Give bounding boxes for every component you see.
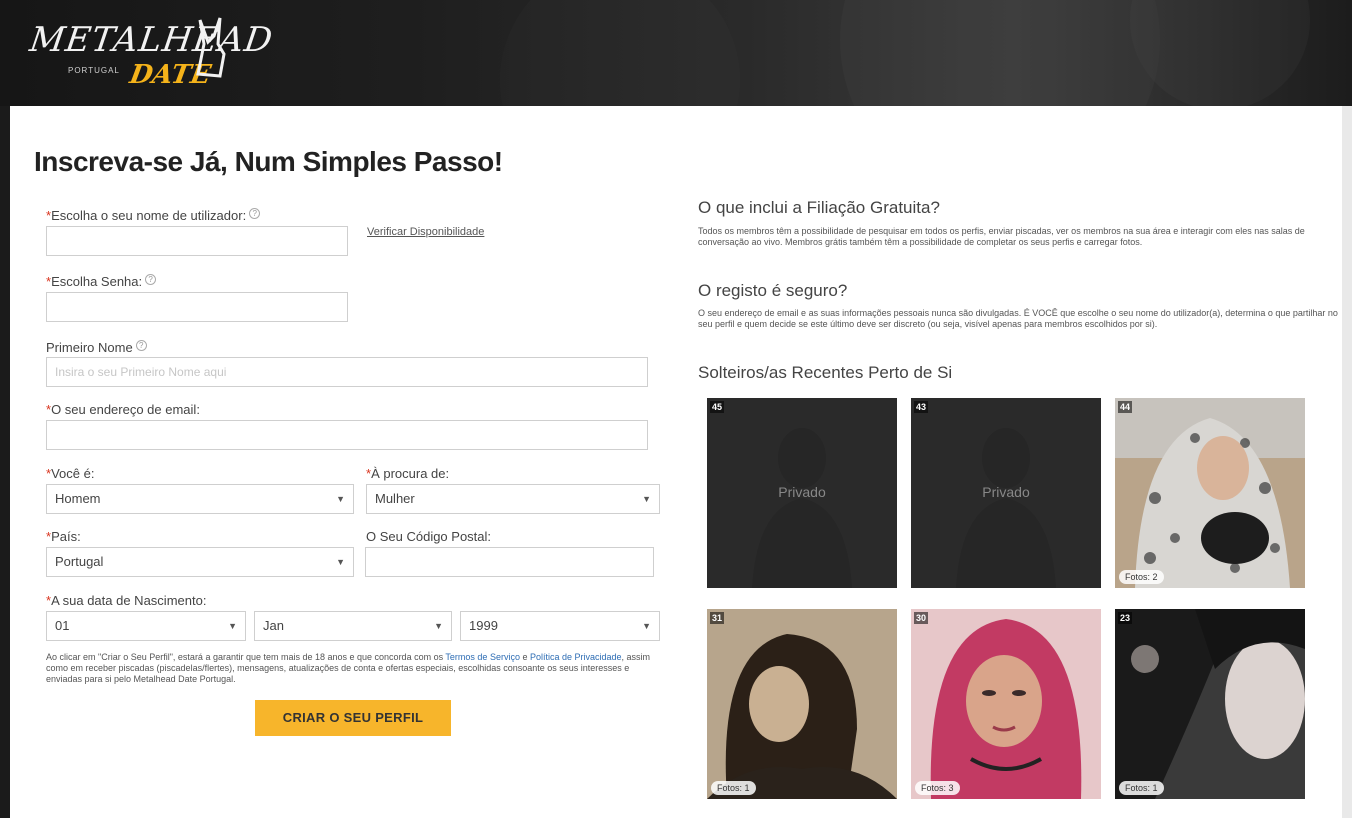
help-icon[interactable]: ? xyxy=(249,208,261,219)
photo-count-badge: Fotos: 1 xyxy=(1119,781,1164,795)
first-name-input[interactable] xyxy=(46,357,648,387)
page-title: Inscreva-se Já, Num Simples Passo! xyxy=(34,146,503,177)
dropdown-arrow-icon: ▼ xyxy=(434,621,443,631)
birth-month-select[interactable]: Jan ▼ xyxy=(254,611,452,641)
gender-label: *Você é: xyxy=(46,466,95,481)
photo-count-badge: Fotos: 1 xyxy=(711,781,756,795)
profile-card[interactable]: 23 Fotos: 1 xyxy=(1115,609,1305,799)
membership-text: Todos os membros têm a possibilidade de … xyxy=(698,226,1305,247)
photo-count-badge: Fotos: 2 xyxy=(1119,570,1164,584)
looking-for-select-value: Mulher xyxy=(375,491,415,506)
terms-text: e xyxy=(519,652,530,662)
username-input[interactable] xyxy=(46,226,348,256)
username-label: *Escolha o seu nome de utilizador:? xyxy=(46,208,261,223)
profile-card[interactable]: 45 Privado xyxy=(707,398,897,588)
gender-select[interactable]: Homem ▼ xyxy=(46,484,354,514)
birth-day-select[interactable]: 01 ▼ xyxy=(46,611,246,641)
country-select-value: Portugal xyxy=(55,554,104,569)
private-label: Privado xyxy=(982,484,1030,500)
privacy-policy-link[interactable]: Política de Privacidade xyxy=(530,652,622,662)
profile-photo xyxy=(1115,398,1305,588)
profile-age: 45 xyxy=(710,401,725,413)
country-select[interactable]: Portugal ▼ xyxy=(46,547,354,577)
secure-heading: O registo é seguro? xyxy=(698,281,848,300)
email-label: *O seu endereço de email: xyxy=(46,402,200,417)
dropdown-arrow-icon: ▼ xyxy=(642,621,651,631)
postal-code-input[interactable] xyxy=(365,547,654,577)
password-input[interactable] xyxy=(46,292,348,322)
dropdown-arrow-icon: ▼ xyxy=(336,557,345,567)
birth-year-value: 1999 xyxy=(469,618,498,633)
horns-hand-icon xyxy=(196,17,226,78)
birth-year-select[interactable]: 1999 ▼ xyxy=(460,611,660,641)
membership-heading: O que inclui a Filiação Gratuita? xyxy=(698,198,940,217)
terms-of-service-link[interactable]: Termos de Serviço xyxy=(445,652,520,662)
main-content: Inscreva-se Já, Num Simples Passo! *Esco… xyxy=(10,106,1342,818)
dropdown-arrow-icon: ▼ xyxy=(228,621,237,631)
profile-age: 30 xyxy=(914,612,929,624)
help-icon[interactable]: ? xyxy=(145,274,157,285)
password-label: *Escolha Senha:? xyxy=(46,274,157,289)
postal-code-label: O Seu Código Postal: xyxy=(366,529,492,544)
birth-month-value: Jan xyxy=(263,618,284,633)
verify-availability-link[interactable]: Verificar Disponibilidade xyxy=(367,226,484,238)
terms-notice: Ao clicar em "Criar o Seu Perfil", estar… xyxy=(46,652,658,685)
logo-country-text: PORTUGAL xyxy=(68,66,120,75)
page-edge xyxy=(1342,106,1352,818)
profile-card[interactable]: 31 Fotos: 1 xyxy=(707,609,897,799)
profile-card[interactable]: 43 Privado xyxy=(911,398,1101,588)
terms-text: Ao clicar em "Criar o Seu Perfil", estar… xyxy=(46,652,446,662)
profile-age: 31 xyxy=(710,612,725,624)
site-header: METALHEAD PORTUGAL DATE xyxy=(0,0,1352,106)
secure-text: O seu endereço de email e as suas inform… xyxy=(698,308,1338,329)
profile-photo xyxy=(1115,609,1305,799)
birthdate-label: *A sua data de Nascimento: xyxy=(46,593,207,608)
first-name-label: Primeiro Nome? xyxy=(46,340,147,355)
private-label: Privado xyxy=(778,484,826,500)
photo-count-badge: Fotos: 3 xyxy=(915,781,960,795)
looking-for-label: *À procura de: xyxy=(366,466,450,481)
help-icon[interactable]: ? xyxy=(135,340,147,351)
profile-age: 23 xyxy=(1118,612,1133,624)
recent-singles-heading: Solteiros/as Recentes Perto de Si xyxy=(698,363,953,382)
profile-photo xyxy=(707,609,897,799)
looking-for-select[interactable]: Mulher ▼ xyxy=(366,484,660,514)
profile-card[interactable]: 30 Fotos: 3 xyxy=(911,609,1101,799)
dropdown-arrow-icon: ▼ xyxy=(642,494,651,504)
country-label: *País: xyxy=(46,529,81,544)
profile-photo xyxy=(911,609,1101,799)
gender-select-value: Homem xyxy=(55,491,101,506)
email-input[interactable] xyxy=(46,420,648,450)
profile-age: 43 xyxy=(914,401,929,413)
site-logo[interactable]: METALHEAD PORTUGAL DATE xyxy=(27,14,276,94)
birth-day-value: 01 xyxy=(55,618,70,633)
dropdown-arrow-icon: ▼ xyxy=(336,494,345,504)
create-profile-button[interactable]: CRIAR O SEU PERFIL xyxy=(255,700,451,736)
profile-age: 44 xyxy=(1118,401,1133,413)
profile-card[interactable]: 44 Fotos: 2 xyxy=(1115,398,1305,588)
